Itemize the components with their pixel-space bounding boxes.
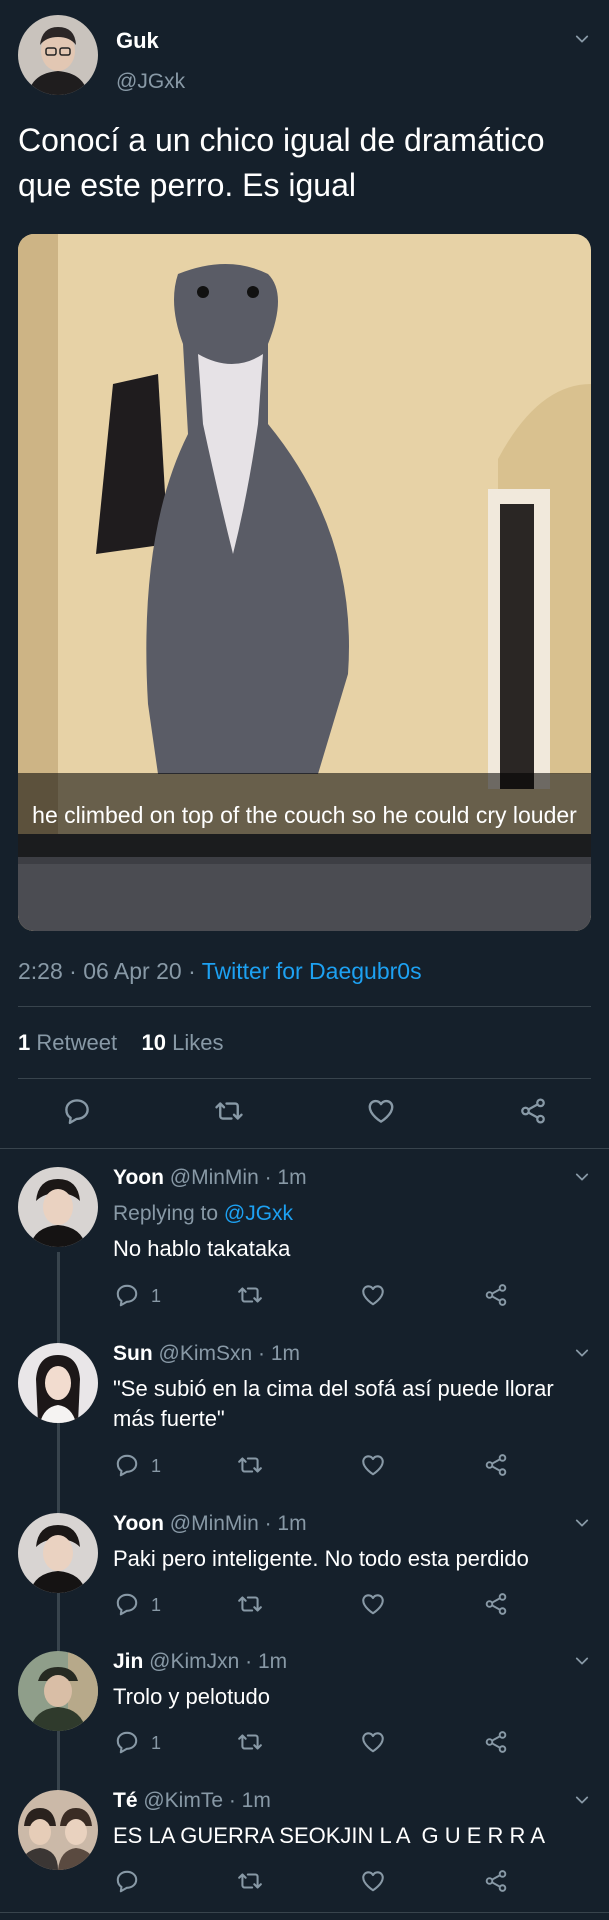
tweet-source-link[interactable]: Twitter for Daegubr0s <box>202 958 422 984</box>
retweet-icon[interactable] <box>237 1282 263 1308</box>
reply-header: Sun @KimSxn · 1m <box>113 1342 300 1366</box>
divider <box>0 1912 609 1913</box>
replying-to-handle[interactable]: @JGxk <box>224 1202 293 1225</box>
reply-text: "Se subió en la cima del sofá así puede … <box>113 1376 554 1431</box>
tweet-timestamp: 2:28 · 06 Apr 20 · Twitter for Daegubr0s <box>18 958 422 985</box>
heart-icon[interactable] <box>360 1282 386 1308</box>
reply-name[interactable]: Té <box>113 1789 138 1812</box>
reply-count: 1 <box>151 1286 162 1306</box>
reply-name[interactable]: Jin <box>113 1650 143 1673</box>
retweet-icon[interactable] <box>237 1729 263 1755</box>
reply-icon[interactable] <box>114 1452 140 1478</box>
reply-meta: @MinMin · 1m <box>163 1166 307 1189</box>
heart-icon[interactable] <box>360 1591 386 1617</box>
avatar[interactable] <box>18 1651 98 1731</box>
retweets-count: 1 <box>18 1030 31 1055</box>
chevron-down-icon[interactable] <box>575 32 589 46</box>
retweet-icon[interactable] <box>237 1591 263 1617</box>
retweets-stat[interactable]: 1 Retweet <box>18 1030 117 1055</box>
share-icon[interactable] <box>483 1729 509 1755</box>
chevron-down-icon[interactable] <box>575 1170 589 1184</box>
tweet-stats: 1 Retweet 10 Likes <box>18 1030 224 1056</box>
reply-count: 1 <box>151 1595 162 1615</box>
avatar[interactable] <box>18 1167 98 1247</box>
likes-count: 10 <box>141 1030 167 1055</box>
reply-meta: @KimTe · 1m <box>137 1789 271 1812</box>
heart-icon[interactable] <box>366 1096 396 1126</box>
share-icon[interactable] <box>483 1282 509 1308</box>
likes-label: Likes <box>166 1030 224 1055</box>
reply-text: Trolo y pelotudo <box>113 1684 270 1709</box>
reply-meta: @KimSxn · 1m <box>152 1342 301 1365</box>
avatar[interactable] <box>18 1790 98 1870</box>
chevron-down-icon[interactable] <box>575 1346 589 1360</box>
chevron-down-icon[interactable] <box>575 1654 589 1668</box>
reply-header: Jin @KimJxn · 1m <box>113 1650 287 1674</box>
reply-header: Yoon @MinMin · 1m <box>113 1166 307 1190</box>
share-icon[interactable] <box>483 1452 509 1478</box>
likes-stat[interactable]: 10 Likes <box>142 1030 224 1055</box>
reply-name[interactable]: Sun <box>113 1342 153 1365</box>
author-avatar[interactable] <box>18 15 98 95</box>
tweet-media-image[interactable]: he climbed on top of the couch so he cou… <box>18 234 591 931</box>
divider <box>18 1078 591 1079</box>
retweets-label: Retweet <box>30 1030 118 1055</box>
reply-header: Té @KimTe · 1m <box>113 1789 271 1813</box>
reply-icon[interactable] <box>114 1282 140 1308</box>
replying-to: Replying to @JGxk <box>113 1202 293 1226</box>
reply-count: 1 <box>151 1733 162 1753</box>
reply-icon[interactable] <box>114 1729 140 1755</box>
avatar[interactable] <box>18 1513 98 1593</box>
reply-meta: @KimJxn · 1m <box>143 1650 288 1673</box>
share-icon[interactable] <box>483 1868 509 1894</box>
reply-meta: @MinMin · 1m <box>163 1512 307 1535</box>
reply-count: 1 <box>151 1456 162 1476</box>
reply-header: Yoon @MinMin · 1m <box>113 1512 307 1536</box>
replying-to-label: Replying to <box>113 1202 224 1225</box>
divider <box>0 1148 609 1149</box>
chevron-down-icon[interactable] <box>575 1516 589 1530</box>
heart-icon[interactable] <box>360 1729 386 1755</box>
tweet-time: 2:28 · 06 Apr 20 · <box>18 958 202 984</box>
reply-icon[interactable] <box>114 1591 140 1617</box>
avatar[interactable] <box>18 1343 98 1423</box>
media-caption: he climbed on top of the couch so he cou… <box>32 802 577 828</box>
media-caption-bar: he climbed on top of the couch so he cou… <box>18 773 591 857</box>
chevron-down-icon[interactable] <box>575 1793 589 1807</box>
heart-icon[interactable] <box>360 1868 386 1894</box>
author-name[interactable]: Guk <box>116 28 159 54</box>
heart-icon[interactable] <box>360 1452 386 1478</box>
reply-text: Paki pero inteligente. No todo esta perd… <box>113 1546 529 1571</box>
reply-name[interactable]: Yoon <box>113 1166 164 1189</box>
reply-text: ES LA GUERRA SEOKJIN L A G U E R R A <box>113 1823 546 1848</box>
reply-icon[interactable] <box>114 1868 140 1894</box>
share-icon[interactable] <box>518 1096 548 1126</box>
share-icon[interactable] <box>483 1591 509 1617</box>
author-handle[interactable]: @JGxk <box>116 70 185 94</box>
reply-text: No hablo takataka <box>113 1236 291 1261</box>
retweet-icon[interactable] <box>237 1868 263 1894</box>
reply-name[interactable]: Yoon <box>113 1512 164 1535</box>
retweet-icon[interactable] <box>237 1452 263 1478</box>
tweet-text: Conocí a un chico igual de dramático que… <box>18 122 545 203</box>
divider <box>18 1006 591 1007</box>
reply-icon[interactable] <box>62 1096 92 1126</box>
retweet-icon[interactable] <box>214 1096 244 1126</box>
